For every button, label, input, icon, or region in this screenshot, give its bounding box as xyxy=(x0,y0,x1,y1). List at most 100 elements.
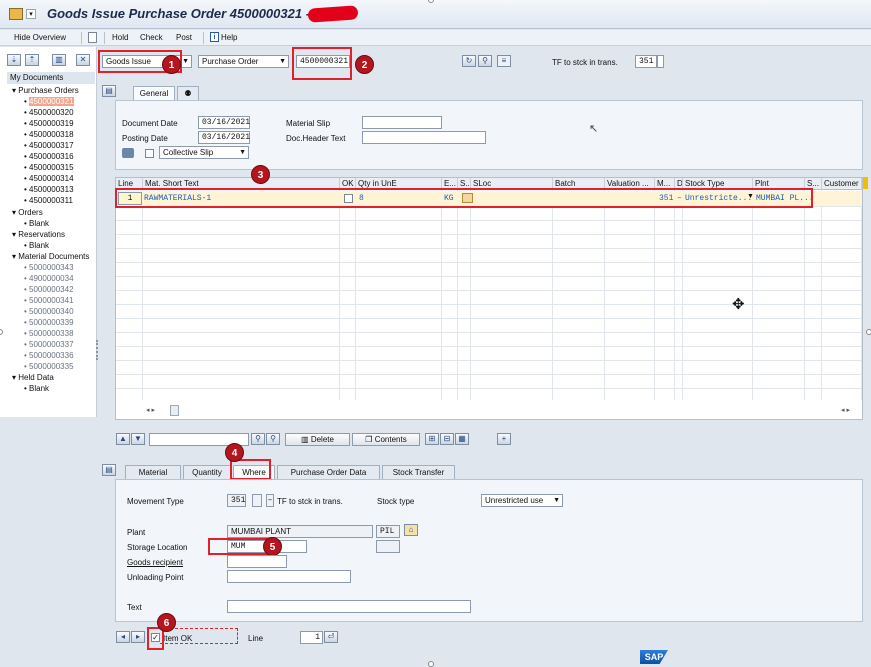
tab-purchase-order-data[interactable]: Purchase Order Data xyxy=(277,465,380,479)
find-icon[interactable]: ⚲ xyxy=(251,433,265,445)
help-info-icon[interactable]: i xyxy=(210,32,219,42)
purchase-orders-label: Purchase Orders xyxy=(18,86,79,95)
material-document-item[interactable]: • 5000000338 xyxy=(24,328,74,339)
slip-type-select[interactable]: Collective Slip ▼ xyxy=(159,146,249,159)
find-next-icon[interactable]: ⚲ xyxy=(266,433,280,445)
tf-special-input[interactable] xyxy=(657,55,664,68)
scroll-left-icon[interactable]: ◂ ▸ xyxy=(146,406,155,414)
tab-quantity[interactable]: Quantity xyxy=(183,465,231,479)
material-slip-input[interactable] xyxy=(362,116,442,129)
material-document-item[interactable]: • 5000000343 xyxy=(24,262,74,273)
line-number-input[interactable]: 1 xyxy=(300,631,323,644)
header-toggle-icon[interactable]: ▤ xyxy=(102,85,116,97)
orders-node[interactable]: ▾ Orders xyxy=(12,207,43,218)
expand-all-icon[interactable]: ⊞ xyxy=(425,433,439,445)
purchase-order-item[interactable]: • 4500000321 xyxy=(24,96,74,107)
hold-button[interactable]: Hold xyxy=(112,33,128,42)
row-divider xyxy=(116,290,862,291)
held-data-blank-item[interactable]: • Blank xyxy=(24,383,49,394)
contents-button[interactable]: ❐ Contents xyxy=(352,433,420,446)
unloading-point-input[interactable] xyxy=(227,570,351,583)
help-button[interactable]: Help xyxy=(221,33,237,42)
printer-icon[interactable] xyxy=(122,148,134,158)
reference-select[interactable]: Purchase Order ▼ xyxy=(198,55,289,68)
hide-overview-button[interactable]: Hide Overview xyxy=(14,33,66,42)
collapse-all-icon[interactable]: ⊟ xyxy=(440,433,454,445)
horizontal-scrollbar-thumb[interactable] xyxy=(170,405,179,416)
settings-icon[interactable]: ▦ xyxy=(455,433,469,445)
tab-general[interactable]: General xyxy=(133,86,175,100)
column-config-icon[interactable] xyxy=(863,177,868,189)
material-document-item[interactable]: • 5000000339 xyxy=(24,317,74,328)
detail-toggle-icon[interactable]: ▤ xyxy=(102,464,116,476)
purchase-order-item[interactable]: • 4500000318 xyxy=(24,129,74,140)
delete-button[interactable]: ▥ Delete xyxy=(285,433,350,446)
material-documents-node[interactable]: ▾ Material Documents xyxy=(12,251,89,262)
material-document-item[interactable]: • 5000000336 xyxy=(24,350,74,361)
print-checkbox[interactable] xyxy=(145,149,154,158)
purchase-order-item[interactable]: • 4500000311 xyxy=(24,195,74,206)
material-document-number: 5000000338 xyxy=(29,329,74,338)
purchase-order-item[interactable]: • 4500000317 xyxy=(24,140,74,151)
row-divider xyxy=(116,262,862,263)
next-item-icon[interactable]: ▸ xyxy=(131,631,145,643)
movement-type-input[interactable]: 351 xyxy=(227,494,246,507)
posting-date-input[interactable]: 03/16/2021 xyxy=(198,131,250,144)
plant-details-icon[interactable]: ⌂ xyxy=(404,524,418,536)
new-document-icon[interactable] xyxy=(88,32,97,43)
column-header[interactable]: Customer xyxy=(822,178,862,190)
collapse-icon[interactable]: ⇡ xyxy=(25,54,39,66)
row-divider xyxy=(116,346,862,347)
sort-asc-icon[interactable]: ▲ xyxy=(116,433,130,445)
purchase-order-item[interactable]: • 4500000316 xyxy=(24,151,74,162)
material-document-item[interactable]: • 5000000342 xyxy=(24,284,74,295)
purchase-order-item[interactable]: • 4500000315 xyxy=(24,162,74,173)
list-icon[interactable]: ≡ xyxy=(497,55,511,67)
movement-special-input[interactable] xyxy=(252,494,262,507)
goods-recipient-input[interactable] xyxy=(227,555,287,568)
delete-icon[interactable]: ▥ xyxy=(52,54,66,66)
check-button[interactable]: Check xyxy=(140,33,163,42)
item-text-input[interactable] xyxy=(227,600,471,613)
scroll-right-icon[interactable]: ◂ ▸ xyxy=(841,406,850,414)
held-data-node[interactable]: ▾ Held Data xyxy=(12,372,54,383)
sort-desc-icon[interactable]: ▼ xyxy=(131,433,145,445)
purchase-order-item[interactable]: • 4500000320 xyxy=(24,107,74,118)
posting-date-label: Posting Date xyxy=(122,134,168,143)
material-document-list: • 5000000343 • 4900000034 • 5000000342 • 50… xyxy=(24,262,74,372)
purchase-order-item[interactable]: • 4500000314 xyxy=(24,173,74,184)
tf-movement-input[interactable]: 351 xyxy=(635,55,657,68)
doc-header-input[interactable] xyxy=(362,131,486,144)
stock-type-select[interactable]: Unrestricted use ▼ xyxy=(481,494,563,507)
material-document-item[interactable]: • 5000000340 xyxy=(24,306,74,317)
reservations-node[interactable]: ▾ Reservations xyxy=(12,229,65,240)
orders-blank-item[interactable]: • Blank xyxy=(24,218,49,229)
execute-icon[interactable]: ↻ xyxy=(462,55,476,67)
expand-icon[interactable]: ⇣ xyxy=(7,54,21,66)
reservations-label: Reservations xyxy=(18,230,65,239)
purchase-order-item[interactable]: • 4500000319 xyxy=(24,118,74,129)
tab-stock-transfer[interactable]: Stock Transfer xyxy=(382,465,455,479)
document-date-input[interactable]: 03/16/2021 xyxy=(198,116,250,129)
stock-type-label: Stock type xyxy=(377,497,415,506)
material-document-item[interactable]: • 5000000335 xyxy=(24,361,74,372)
material-document-item[interactable]: • 4900000034 xyxy=(24,273,74,284)
material-document-item[interactable]: • 5000000337 xyxy=(24,339,74,350)
title-dropdown-icon[interactable]: ▾ xyxy=(26,9,36,19)
new-item-icon[interactable]: + xyxy=(497,433,511,445)
find-icon[interactable]: ⚲ xyxy=(478,55,492,67)
chevron-down-icon: ▼ xyxy=(279,58,286,65)
tab-partners[interactable]: ⚉ xyxy=(177,86,199,100)
reservations-blank-item[interactable]: • Blank xyxy=(24,240,49,251)
sidebar-splitter[interactable] xyxy=(96,340,98,360)
material-documents-label: Material Documents xyxy=(18,252,90,261)
close-icon[interactable]: ✕ xyxy=(76,54,90,66)
tab-material[interactable]: Material xyxy=(125,465,181,479)
material-document-item[interactable]: • 5000000341 xyxy=(24,295,74,306)
purchase-orders-node[interactable]: ▾ Purchase Orders xyxy=(12,85,79,96)
purchase-order-item[interactable]: • 4500000313 xyxy=(24,184,74,195)
go-to-line-icon[interactable]: ⏎ xyxy=(324,631,338,643)
previous-item-icon[interactable]: ◂ xyxy=(116,631,130,643)
post-button[interactable]: Post xyxy=(176,33,192,42)
row-divider xyxy=(116,374,862,375)
